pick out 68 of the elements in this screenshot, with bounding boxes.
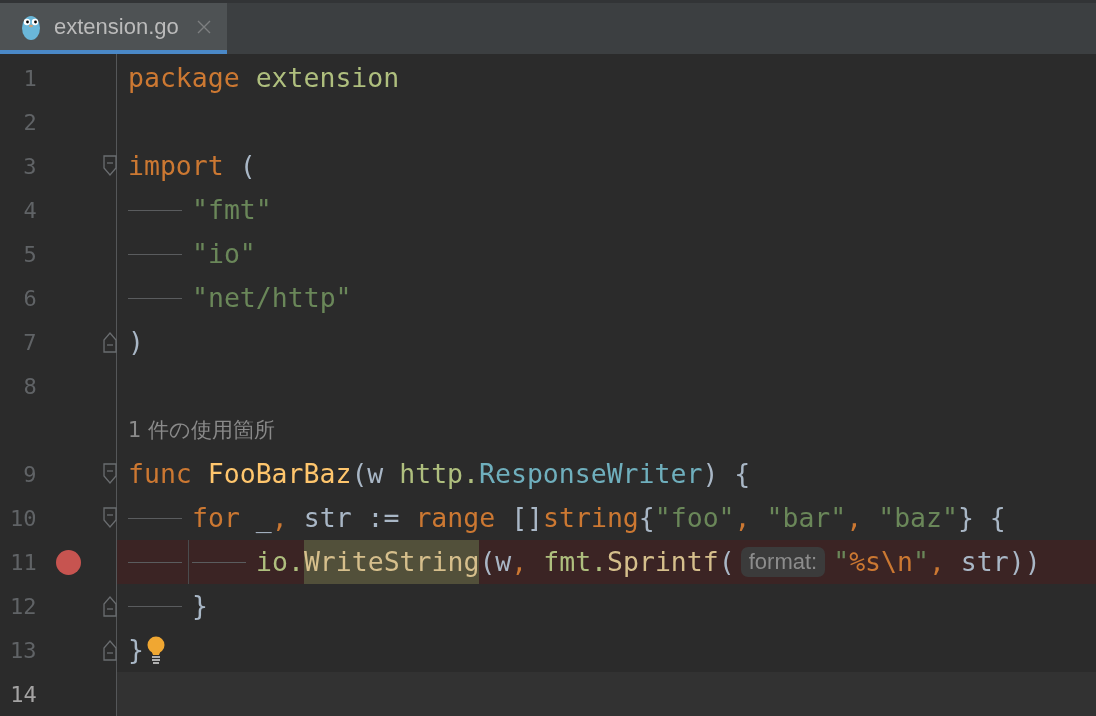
code-keyword: ,	[511, 545, 529, 579]
lightbulb-icon[interactable]	[145, 636, 166, 664]
type-name: ResponseWriter	[479, 457, 703, 491]
close-icon[interactable]	[196, 19, 211, 34]
line-number: 13	[9, 637, 37, 663]
code-keyword: range	[415, 501, 497, 535]
code-text: )	[128, 325, 144, 359]
fold-icon[interactable]	[103, 463, 117, 485]
code-keyword: %s\n	[849, 545, 913, 579]
code-identifier: http.	[399, 457, 480, 491]
code-string: "bar"	[766, 501, 847, 535]
fold-icon[interactable]	[103, 639, 117, 661]
code-keyword: for	[192, 501, 241, 535]
line-number: 9	[22, 461, 37, 487]
fold-icon[interactable]	[103, 155, 117, 177]
code-keyword: func	[128, 457, 193, 491]
line-number: 2	[22, 109, 37, 135]
line-number: 12	[9, 593, 37, 619]
code-keyword: ,	[271, 501, 289, 535]
code-text: (	[239, 149, 256, 183]
code-identifier: extension	[255, 61, 400, 95]
line-number: 3	[22, 153, 37, 179]
usage-hint[interactable]: 1 件の使用箇所	[128, 416, 276, 444]
code-keyword: ,	[734, 501, 752, 535]
code-string: "io"	[192, 237, 256, 271]
line-number: 4	[22, 197, 37, 223]
code-text: (	[718, 545, 735, 579]
parameter-hint: format:	[740, 547, 826, 577]
code-text: {	[638, 501, 655, 535]
line-number: 8	[22, 373, 37, 399]
highlighted-function-call: WriteString	[303, 540, 480, 584]
code-text: []	[511, 501, 544, 535]
code-text: }	[128, 633, 144, 667]
code-identifier: io.	[256, 545, 304, 579]
line-number: 14	[9, 681, 37, 707]
line-number: 7	[22, 329, 37, 355]
line-number: 11	[9, 549, 37, 575]
fold-icon[interactable]	[103, 595, 117, 617]
function-name: FooBarBaz	[207, 457, 352, 491]
code-string: "	[912, 545, 929, 579]
code-string: "net/http"	[192, 281, 352, 315]
code-text: str :=	[303, 501, 401, 535]
code-text: (w	[479, 545, 512, 579]
code-string: "foo"	[654, 501, 735, 535]
code-text: _	[255, 501, 272, 535]
code-keyword: ,	[846, 501, 864, 535]
fold-icon[interactable]	[103, 331, 117, 353]
function-call: Sprintf	[607, 545, 719, 579]
code-string: "fmt"	[192, 193, 272, 227]
code-keyword: package	[128, 61, 241, 95]
code-string: "	[833, 545, 850, 579]
code-text: str))	[960, 545, 1041, 579]
breakpoint-icon[interactable]	[56, 549, 82, 575]
code-identifier: fmt.	[543, 545, 608, 579]
code-keyword: import	[128, 149, 225, 183]
code-keyword: string	[543, 501, 639, 535]
fold-icon[interactable]	[103, 507, 117, 529]
line-number: 10	[9, 505, 37, 531]
code-keyword: ,	[928, 545, 946, 579]
code-text: (w	[351, 457, 385, 491]
code-text: }	[192, 589, 208, 623]
code-string: "baz"	[878, 501, 958, 535]
file-tab[interactable]: extension.go	[0, 3, 227, 54]
code-text: ) {	[702, 457, 751, 491]
line-number: 5	[22, 241, 37, 267]
code-text: } {	[957, 501, 1006, 535]
line-number: 6	[22, 285, 37, 311]
line-number: 1	[22, 65, 37, 91]
